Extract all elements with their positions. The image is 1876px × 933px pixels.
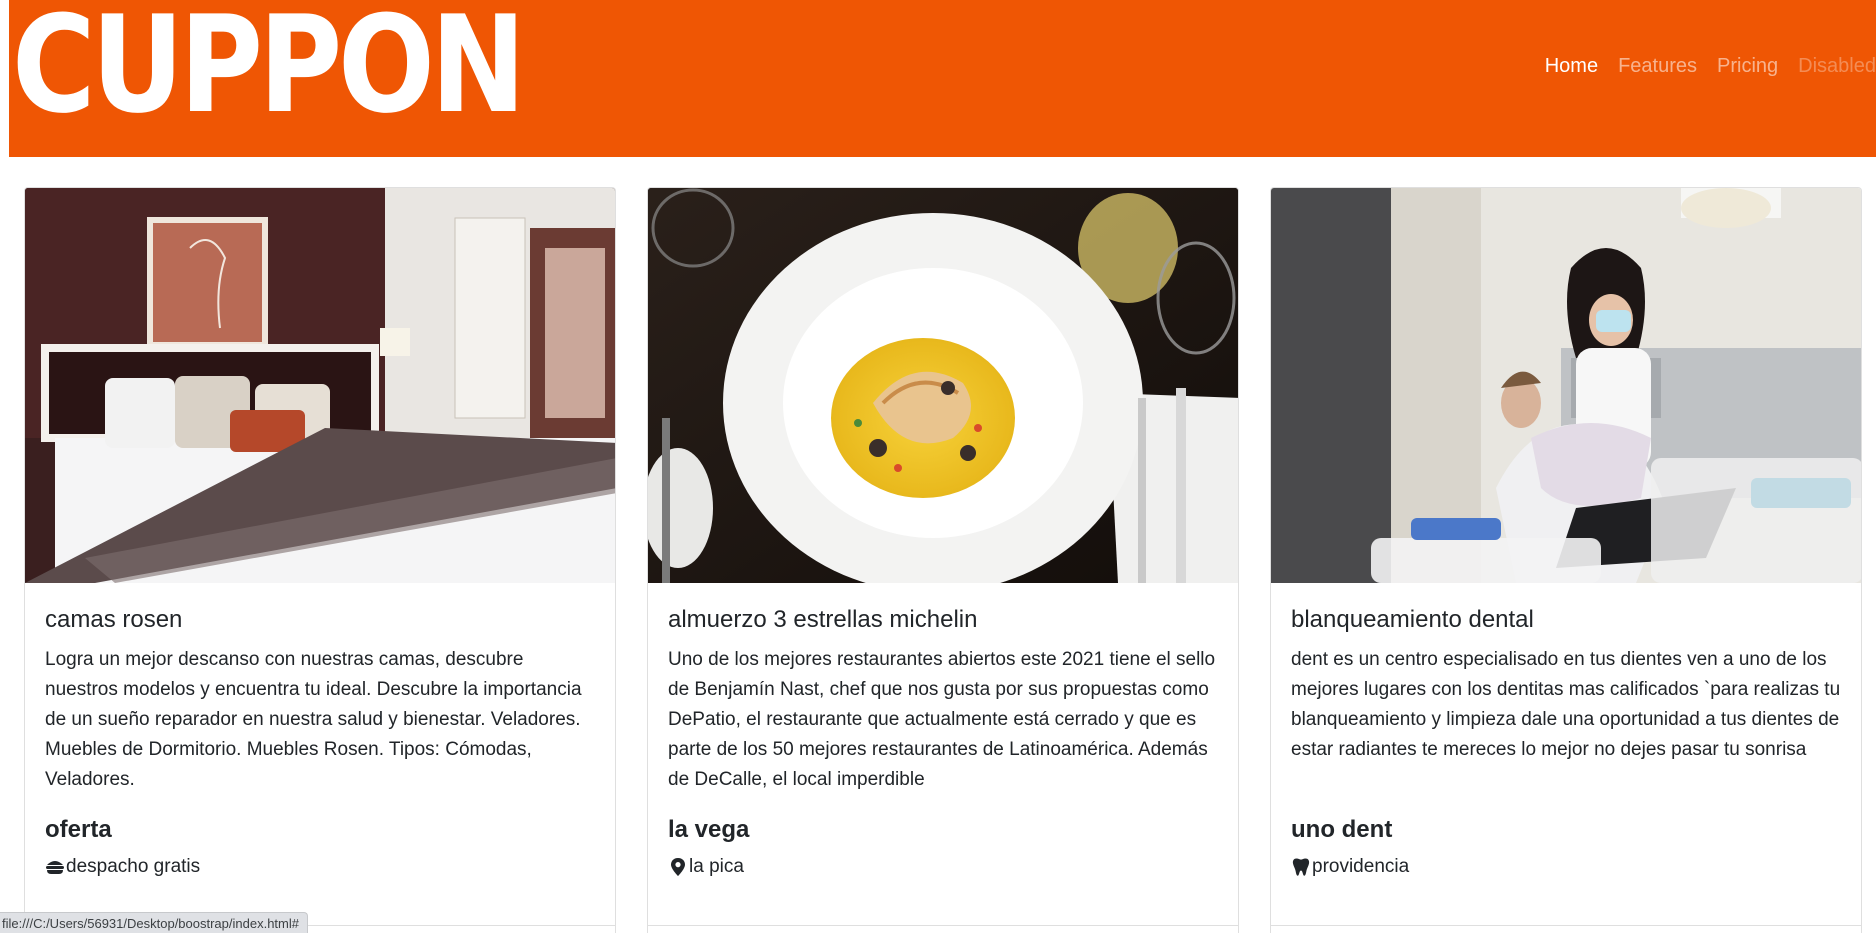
card-subtitle: uno dent: [1291, 816, 1393, 843]
map-pin-icon: [671, 858, 685, 876]
card-meta: providencia: [1291, 854, 1843, 880]
card-body: blanqueamiento dental dent es un centro …: [1291, 605, 1843, 880]
nav-disabled-link: Disabled: [1798, 55, 1876, 77]
card-subtitle: la vega: [668, 816, 750, 843]
nav-features-link[interactable]: Features: [1618, 52, 1697, 80]
hotel-bedroom-image: [25, 188, 615, 583]
fish-dish-image: [648, 188, 1238, 583]
card-almuerzo-michelin: almuerzo 3 estrellas michelin Uno de los…: [647, 187, 1239, 933]
card-title: camas rosen: [45, 606, 183, 633]
card-meta-text: despacho gratis: [66, 856, 201, 877]
card-description: Uno de los mejores restaurantes abiertos…: [668, 649, 1216, 790]
card-title: almuerzo 3 estrellas michelin: [668, 606, 978, 633]
card-meta-text: providencia: [1312, 856, 1410, 877]
card-meta: la pica: [668, 854, 1220, 880]
browser-status-url: file:///C:/Users/56931/Desktop/boostrap/…: [0, 912, 308, 933]
card-divider: [648, 925, 1238, 926]
tooth-icon: [1292, 858, 1310, 876]
brand-logo[interactable]: CUPPON: [12, 0, 526, 132]
navbar: CUPPON Home Features Pricing Disabled: [9, 0, 1876, 157]
nav-home-link[interactable]: Home: [1545, 52, 1598, 80]
card-body: almuerzo 3 estrellas michelin Uno de los…: [668, 605, 1220, 880]
hamburger-icon: [46, 861, 64, 874]
card-description: dent es un centro especialisado en tus d…: [1291, 649, 1841, 760]
card-camas-rosen: camas rosen Logra un mejor descanso con …: [24, 187, 616, 933]
card-meta-text: la pica: [689, 856, 744, 877]
card-blanqueamiento-dental: blanqueamiento dental dent es un centro …: [1270, 187, 1862, 933]
dental-clinic-image: [1271, 188, 1861, 583]
card-subtitle: oferta: [45, 816, 112, 843]
card-title: blanqueamiento dental: [1291, 606, 1534, 633]
card-meta: despacho gratis: [45, 854, 597, 880]
card-body: camas rosen Logra un mejor descanso con …: [45, 605, 597, 880]
nav-pricing-link[interactable]: Pricing: [1717, 52, 1778, 80]
card-description: Logra un mejor descanso con nuestras cam…: [45, 649, 582, 790]
card-divider: [1271, 925, 1861, 926]
main-nav: Home Features Pricing Disabled: [1525, 52, 1876, 80]
